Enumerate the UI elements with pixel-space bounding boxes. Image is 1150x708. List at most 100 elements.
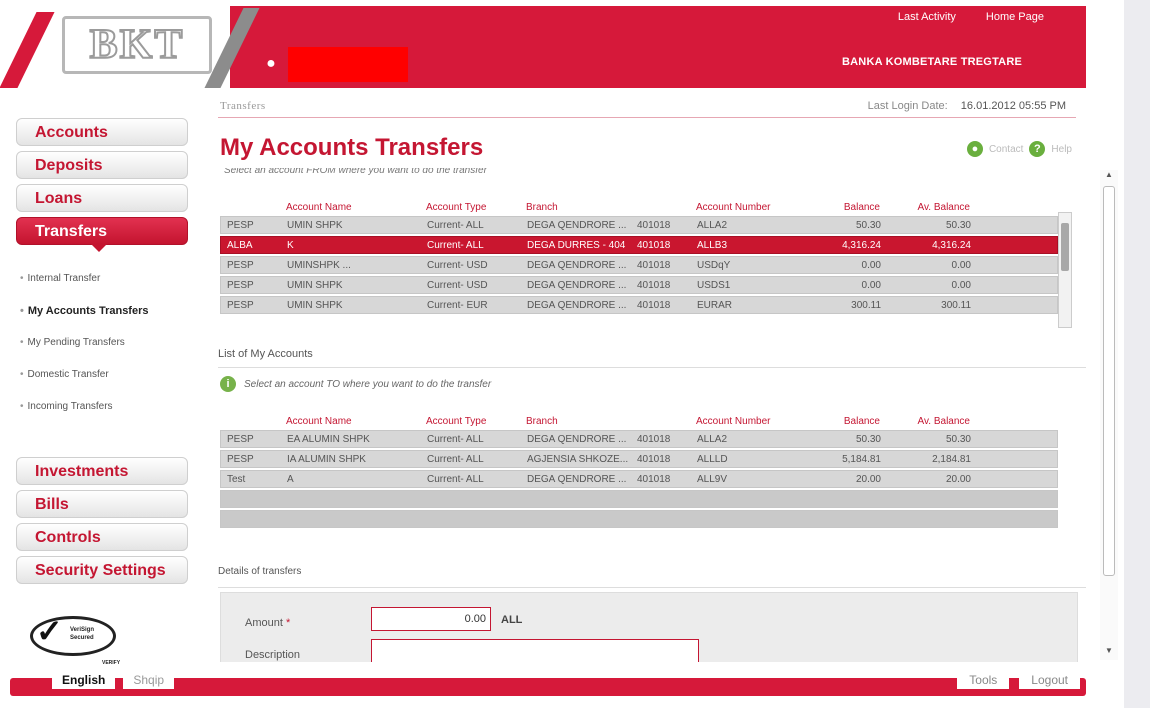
col-account-type[interactable]: Account Type (420, 202, 520, 213)
grid-scrollbar[interactable] (1058, 212, 1072, 328)
lang-english[interactable]: English (52, 671, 116, 689)
account-row[interactable]: Test A Current- ALL DEGA QENDRORE ... 401018… (220, 470, 1058, 488)
badge-text: VeriSign Secured (70, 627, 95, 641)
user-icon: ● (266, 55, 276, 72)
from-rows: PESP UMIN SHPK Current- ALL DEGA QENDRORE .… (220, 216, 1058, 314)
account-row[interactable]: PESP UMIN SHPK Current- USD DEGA QENDRORE .… (220, 276, 1058, 294)
hint-from: Select an account FROM where you want to… (224, 168, 487, 176)
account-number: 401018 (637, 473, 671, 485)
account-row[interactable]: PESP IA ALUMIN SHPK Current- ALL AGJENSIA S… (220, 450, 1058, 468)
col-branch[interactable]: Branch (520, 202, 630, 213)
col-balance[interactable]: Balance (800, 416, 890, 427)
branch: DEGA DURRES - 404 (527, 239, 626, 251)
account-suffix: ALL9V (697, 473, 728, 485)
scroll-down-icon[interactable]: ▼ (1100, 646, 1118, 660)
amount-input[interactable] (371, 607, 491, 631)
account-row[interactable]: PESP UMIN SHPK Current- ALL DEGA QENDRORE .… (220, 216, 1058, 234)
nav-transfers[interactable]: Transfers (16, 217, 188, 252)
account-suffix: USDS1 (697, 279, 731, 291)
lang-shqip[interactable]: Shqip (123, 671, 175, 689)
help-icon[interactable]: ? (1029, 141, 1046, 157)
account-number: 401018 (637, 453, 671, 465)
home-page-link[interactable]: Home Page (986, 11, 1044, 23)
account-type: Current- EUR (427, 299, 488, 311)
branch: DEGA QENDRORE ... (527, 259, 627, 271)
submenu-internal-transfer[interactable]: • Internal Transfer (20, 273, 192, 305)
account-prefix: PESP (227, 453, 254, 465)
submenu-my-pending-transfers[interactable]: • My Pending Transfers (20, 337, 192, 369)
account-suffix: USDqY (697, 259, 731, 271)
submenu-label: My Pending Transfers (27, 337, 125, 348)
account-row[interactable]: PESP EA ALUMIN SHPK Current- ALL DEGA QENDR… (220, 430, 1058, 448)
logout-button[interactable]: Logout (1019, 671, 1080, 689)
page-scrollbar[interactable]: ▲ ▼ (1100, 170, 1118, 660)
col-account-number[interactable]: Account Number (690, 416, 800, 427)
page-scroll-thumb[interactable] (1103, 186, 1115, 576)
from-accounts-grid: Account Name Account Type Branch Account… (220, 198, 1058, 316)
transfers-submenu: • Internal Transfer • My Accounts Transfer… (20, 273, 192, 433)
col-account-name[interactable]: Account Name (280, 416, 420, 427)
submenu-incoming-transfers[interactable]: • Incoming Transfers (20, 401, 192, 433)
to-accounts-grid: Account Name Account Type Branch Account… (220, 412, 1058, 530)
av-balance: 2,184.81 (932, 453, 971, 465)
top-links: Last Activity Home Page (898, 11, 1044, 23)
bank-logo[interactable]: BKT (62, 16, 212, 74)
account-row[interactable]: PESP UMIN SHPK Current- EUR DEGA QENDRORE .… (220, 296, 1058, 314)
col-branch[interactable]: Branch (520, 416, 630, 427)
required-marker: * (285, 617, 291, 629)
account-prefix: PESP (227, 279, 254, 291)
submenu-domestic-transfer[interactable]: • Domestic Transfer (20, 369, 192, 401)
nav-loans[interactable]: Loans (16, 184, 188, 212)
nav-accounts[interactable]: Accounts (16, 118, 188, 146)
account-prefix: PESP (227, 433, 254, 445)
balance: 50.30 (855, 219, 881, 231)
hint-to: Select an account TO where you want to d… (244, 378, 492, 390)
description-input[interactable] (371, 639, 699, 662)
grid-scroll-thumb[interactable] (1061, 223, 1069, 271)
col-account-number[interactable]: Account Number (690, 202, 800, 213)
account-suffix: EURAR (697, 299, 733, 311)
av-balance: 20.00 (945, 473, 971, 485)
nav-controls[interactable]: Controls (16, 523, 188, 551)
bullet-icon: • (20, 401, 24, 412)
submenu-my-accounts-transfers[interactable]: • My Accounts Transfers (20, 305, 192, 337)
nav-investments[interactable]: Investments (16, 457, 188, 485)
account-row[interactable]: ALBA K Current- ALL DEGA DURRES - 404 401018… (220, 236, 1058, 254)
col-balance[interactable]: Balance (800, 202, 890, 213)
nav-bills[interactable]: Bills (16, 490, 188, 518)
verisign-badge[interactable]: ✓ VeriSign Secured VERIFY (30, 612, 120, 666)
bullet-icon: • (20, 273, 24, 284)
last-login-date: 16.01.2012 05:55 PM (960, 100, 1066, 112)
account-row[interactable]: PESP UMINSHPK ... Current- USD DEGA QENDROR… (220, 256, 1058, 274)
col-av-balance[interactable]: Av. Balance (890, 202, 980, 213)
account-name: A (287, 473, 294, 485)
contact-link[interactable]: Contact (989, 144, 1023, 155)
bullet-icon: • (20, 337, 24, 348)
col-account-type[interactable]: Account Type (420, 416, 520, 427)
sidebar-lower: Investments Bills Controls Security Sett… (16, 457, 192, 584)
account-prefix: ALBA (227, 239, 253, 251)
last-activity-link[interactable]: Last Activity (898, 11, 956, 23)
scroll-up-icon[interactable]: ▲ (1100, 170, 1118, 184)
help-link[interactable]: Help (1051, 144, 1072, 155)
account-prefix: PESP (227, 259, 254, 271)
account-number: 401018 (637, 279, 671, 291)
logo-area: BKT (0, 6, 218, 88)
branch: DEGA QENDRORE ... (527, 433, 627, 445)
branch: DEGA QENDRORE ... (527, 299, 627, 311)
sidebar: Accounts Deposits Loans Transfers • Inter… (16, 118, 192, 589)
transfer-details-form: Amount * ALL Description (220, 592, 1078, 662)
contact-icon[interactable]: ● (966, 141, 983, 157)
account-number: 401018 (637, 433, 671, 445)
to-rows: PESP EA ALUMIN SHPK Current- ALL DEGA QENDR… (220, 430, 1058, 488)
tools-button[interactable]: Tools (957, 671, 1010, 689)
branch: DEGA QENDRORE ... (527, 279, 627, 291)
balance: 50.30 (855, 433, 881, 445)
account-name: K (287, 239, 294, 251)
col-av-balance[interactable]: Av. Balance (890, 416, 980, 427)
nav-deposits[interactable]: Deposits (16, 151, 188, 179)
av-balance: 50.30 (945, 219, 971, 231)
col-account-name[interactable]: Account Name (280, 202, 420, 213)
bullet-icon: • (20, 369, 24, 380)
nav-security-settings[interactable]: Security Settings (16, 556, 188, 584)
